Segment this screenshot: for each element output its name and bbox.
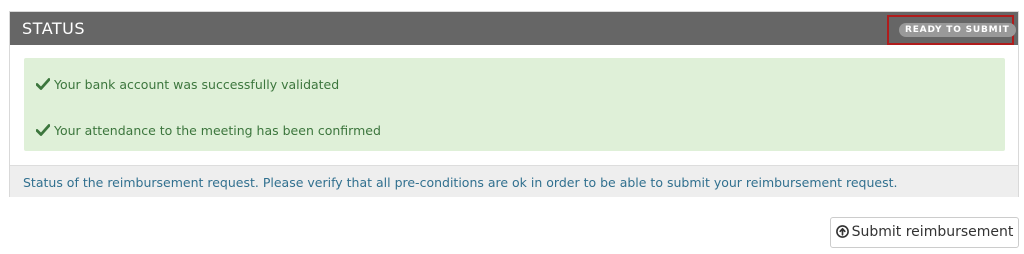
footer-info-text: Status of the reimbursement request. Ple… <box>23 175 898 190</box>
submit-reimbursement-button[interactable]: Submit reimbursement <box>830 217 1019 248</box>
panel-title: STATUS <box>22 19 86 38</box>
check-icon <box>36 78 50 90</box>
status-message-attendance: Your attendance to the meeting has been … <box>36 123 381 138</box>
status-message-bank: Your bank account was successfully valid… <box>36 77 339 92</box>
upload-circle-icon <box>835 225 849 238</box>
panel-footer: Status of the reimbursement request. Ple… <box>10 165 1018 197</box>
status-panel: STATUS READY TO SUBMIT Your bank account… <box>9 11 1019 197</box>
status-message-text: Your attendance to the meeting has been … <box>54 123 381 138</box>
check-icon <box>36 124 50 136</box>
panel-header: STATUS READY TO SUBMIT <box>10 12 1018 45</box>
submit-button-label: Submit reimbursement <box>851 224 1014 240</box>
success-alert: Your bank account was successfully valid… <box>24 58 1005 151</box>
status-message-text: Your bank account was successfully valid… <box>54 77 340 92</box>
status-badge: READY TO SUBMIT <box>899 23 1016 37</box>
badge-highlight-box: READY TO SUBMIT <box>887 15 1016 45</box>
